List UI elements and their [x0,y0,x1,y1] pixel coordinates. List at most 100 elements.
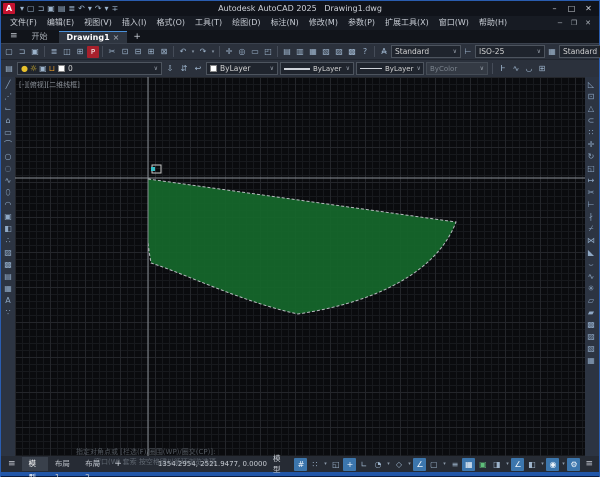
publish-icon[interactable]: ⊞ [74,46,86,58]
layout-tab[interactable]: 模型 [22,457,48,471]
menu-item[interactable]: 工具(T) [190,16,227,30]
lineweight-dropdown[interactable]: ByLayer∨ [356,62,424,75]
layout-menu-icon[interactable]: ≡ [3,459,21,469]
array-icon[interactable]: ∷ [585,127,597,138]
redo-caret-icon[interactable]: ▾ [210,46,216,58]
create-block-icon[interactable]: ◧ [2,223,14,234]
model-space-toggle[interactable]: 模型 [268,453,291,475]
file-tab[interactable]: 开始 [24,31,59,43]
ext-tool-1-icon[interactable]: Ⱶ [497,63,509,75]
layout-tab[interactable]: 布局1 [48,457,78,471]
new-icon[interactable]: ▢ [3,46,15,58]
isometric-drafting[interactable]: ◇ [392,458,405,471]
layer-dropdown[interactable]: ● ☼ ▣ ⊔ 0 ∨ [17,62,162,75]
circle-icon[interactable]: ○ [2,151,14,162]
table-icon[interactable]: ▦ [2,283,14,294]
model-space-canvas[interactable]: [-][俯视][二维线框] [15,77,585,456]
save-icon[interactable]: ▣ [47,4,55,14]
cut-icon[interactable]: ✂ [106,46,118,58]
scale-icon[interactable]: ◱ [585,163,597,174]
rotate-icon[interactable]: ↻ [585,151,597,162]
app-logo-icon[interactable]: A [3,3,15,14]
menu-item[interactable]: 编辑(E) [42,16,79,30]
ext-tool-3-icon[interactable]: ◡ [523,63,535,75]
plot-preview-icon[interactable]: ◫ [61,46,73,58]
osnap-3d-dropdown-icon[interactable]: ▾ [504,461,510,467]
zoom-window-icon[interactable]: ▭ [249,46,261,58]
redo-icon[interactable]: ↷ [197,46,209,58]
linetype-dropdown[interactable]: ByLayer∨ [280,62,354,75]
dynamic-input[interactable]: + [343,458,356,471]
transparency[interactable]: ▦ [462,458,475,471]
osnap-3d[interactable]: ◨ [490,458,503,471]
chamfer-icon[interactable]: ◣ [585,247,597,258]
plot-icon[interactable]: ≣ [48,46,60,58]
make-layer-current-icon[interactable]: ⇩ [164,63,176,75]
redo-icon[interactable]: ↷ [95,4,102,14]
infer-constraints[interactable]: ◱ [329,458,342,471]
bring-to-front-icon[interactable]: ▱ [585,295,597,306]
object-snap[interactable]: ▢ [427,458,440,471]
dim-style-dropdown[interactable]: ISO-25∨ [475,45,545,58]
pan-icon[interactable]: ✛ [223,46,235,58]
properties-icon[interactable]: ▤ [281,46,293,58]
text-style-icon[interactable]: A̶ [378,46,390,58]
snap-mode-dropdown-icon[interactable]: ▾ [322,461,328,467]
isometric-drafting-dropdown-icon[interactable]: ▾ [406,461,412,467]
export-pdf-icon[interactable]: P [87,46,99,58]
arc-icon[interactable]: ⌒ [2,139,14,150]
selection-filtering[interactable]: ◧ [525,458,538,471]
selection-filtering-dropdown-icon[interactable]: ▾ [539,461,545,467]
layer-previous-icon[interactable]: ↩ [192,63,204,75]
save-icon[interactable]: ▣ [29,46,41,58]
extend-icon[interactable]: ⊢ [585,199,597,210]
menu-item[interactable]: 标注(N) [266,16,304,30]
multiline-text-icon[interactable]: A [2,295,14,306]
copy-icon[interactable]: ⊡ [119,46,131,58]
revision-cloud-icon[interactable]: ◌ [2,163,14,174]
menu-item[interactable]: 格式(O) [151,16,190,30]
doc-restore-button[interactable]: ❐ [567,17,581,30]
undo-caret-icon[interactable]: ▾ [190,46,196,58]
ortho-mode[interactable]: ∟ [357,458,370,471]
new-icon[interactable]: ▢ [27,4,35,14]
doc-minimize-button[interactable]: − [553,17,567,30]
grid-toggle[interactable]: # [294,458,307,471]
layer-match-icon[interactable]: ⇵ [178,63,190,75]
workspace-switching[interactable]: ⚙ [567,458,580,471]
move-icon[interactable]: ✛ [585,139,597,150]
rectangle-icon[interactable]: ▭ [2,127,14,138]
dynamic-ucs[interactable]: ∠ [511,458,524,471]
bring-above-icon[interactable]: ▩ [585,319,597,330]
qat-customize-icon[interactable]: ∓ [112,4,119,14]
qat-dropdown-icon[interactable]: ▾ [20,4,24,14]
text-style-dropdown[interactable]: Standard∨ [391,45,461,58]
table-style-dropdown[interactable]: Standard [559,45,600,58]
layer-properties-icon[interactable]: ▤ [3,63,15,75]
menu-item[interactable]: 文件(F) [5,16,42,30]
toolpalettes-icon[interactable]: ▦ [307,46,319,58]
ext-tool-2-icon[interactable]: ∿ [510,63,522,75]
break-icon[interactable]: ⌿ [585,223,597,234]
undo-icon[interactable]: ↶ [177,46,189,58]
line-icon[interactable]: ╱ [2,79,14,90]
snap-mode[interactable]: ∷ [308,458,321,471]
polar-tracking-dropdown-icon[interactable]: ▾ [385,461,391,467]
paste-icon[interactable]: ⊟ [132,46,144,58]
match-properties-icon[interactable]: ⊠ [158,46,170,58]
annotation-scale[interactable]: ◉ [546,458,559,471]
text-to-front-icon[interactable]: ▧ [585,343,597,354]
file-tabs-menu-icon[interactable]: ≡ [4,30,24,43]
point-icon[interactable]: ∴ [2,235,14,246]
table-style-icon[interactable]: ▦ [546,46,558,58]
menu-item[interactable]: 视图(V) [79,16,117,30]
stretch-icon[interactable]: ↦ [585,175,597,186]
break-at-point-icon[interactable]: ∤ [585,211,597,222]
redo-caret-icon[interactable]: ▾ [105,4,109,14]
trim-icon[interactable]: ✂ [585,187,597,198]
send-to-back-icon[interactable]: ▰ [585,307,597,318]
menu-item[interactable]: 窗口(W) [434,16,474,30]
designcenter-icon[interactable]: ▥ [294,46,306,58]
copy-base-icon[interactable]: ⊞ [145,46,157,58]
sheetset-icon[interactable]: ▧ [320,46,332,58]
